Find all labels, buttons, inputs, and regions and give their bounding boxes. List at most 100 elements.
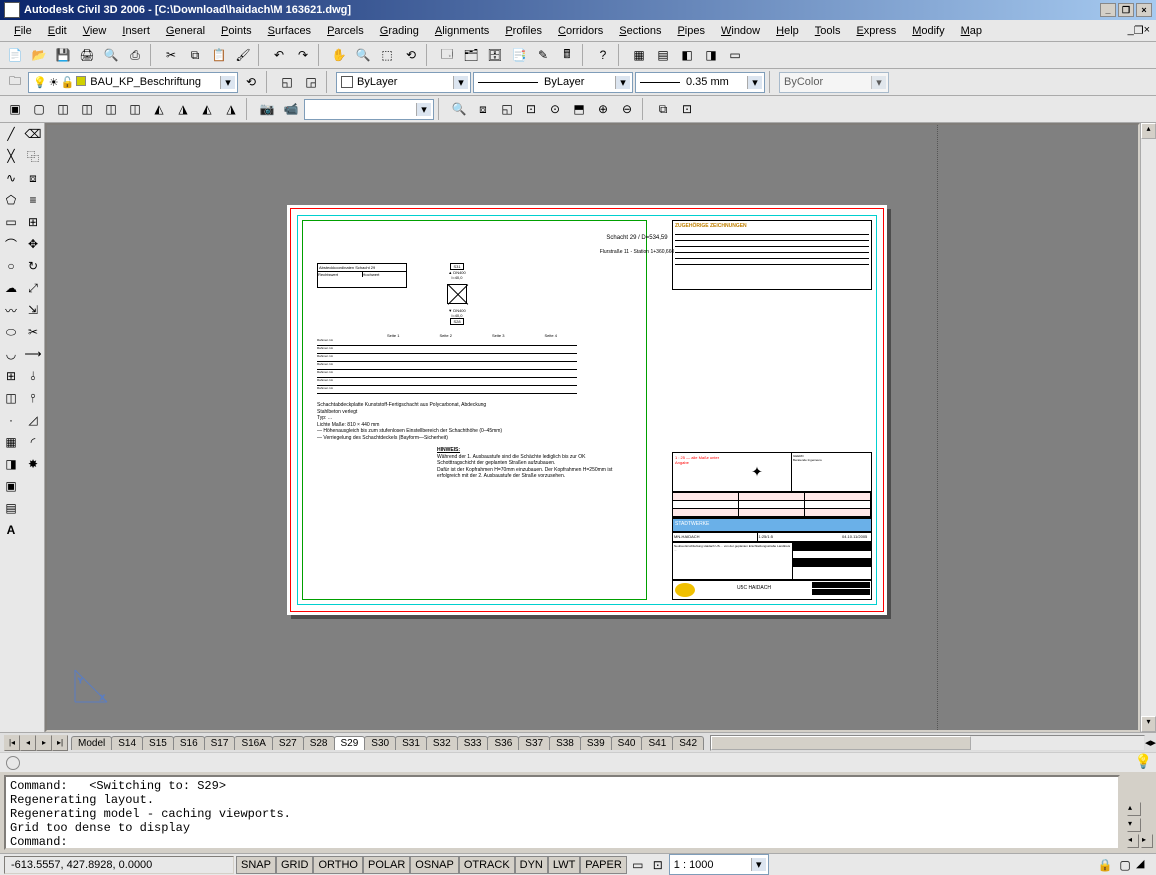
chamfer-button[interactable]: ◿ [22, 409, 44, 431]
zoom-in-button[interactable]: ⊕ [592, 98, 614, 120]
fillet-button[interactable]: ◜ [22, 431, 44, 453]
layout-tab-s16[interactable]: S16 [173, 736, 205, 750]
layout-tab-s38[interactable]: S38 [549, 736, 581, 750]
layout-tab-s42[interactable]: S42 [672, 736, 704, 750]
undo-button[interactable]: ↶ [268, 44, 290, 66]
layout-tab-s33[interactable]: S33 [457, 736, 489, 750]
zoom-center-button[interactable]: ⊙ [544, 98, 566, 120]
layout-tab-s36[interactable]: S36 [487, 736, 519, 750]
open-button[interactable]: 📂 [28, 44, 50, 66]
horizontal-scrollbar[interactable] [710, 735, 1145, 751]
clean-screen-button[interactable]: ▢ [1116, 856, 1134, 874]
copy-obj-button[interactable]: ⿻ [22, 145, 44, 167]
view-front-button[interactable]: ◫ [100, 98, 122, 120]
menu-view[interactable]: View [75, 23, 115, 39]
zoom-realtime-button[interactable]: 🔍 [448, 98, 470, 120]
zoom-scale-button[interactable]: ⊡ [520, 98, 542, 120]
cmd-scroll-down-button[interactable]: ▾ [1127, 818, 1141, 832]
move-button[interactable]: ✥ [22, 233, 44, 255]
maximize-vp-button[interactable]: ⊡ [649, 856, 667, 874]
layout-tab-s40[interactable]: S40 [611, 736, 643, 750]
dc-button[interactable]: 🗂 [460, 44, 482, 66]
menu-alignments[interactable]: Alignments [427, 23, 497, 39]
lightbulb-icon[interactable]: 💡 [1135, 753, 1152, 770]
paste-button[interactable]: 📋 [208, 44, 230, 66]
ellipse-button[interactable]: ⬭ [0, 321, 22, 343]
view-top-button[interactable]: ▣ [4, 98, 26, 120]
view-bottom-button[interactable]: ▢ [28, 98, 50, 120]
menu-surfaces[interactable]: Surfaces [260, 23, 319, 39]
menu-pipes[interactable]: Pipes [669, 23, 713, 39]
publish-button[interactable]: ⎙ [124, 44, 146, 66]
matchprop-button[interactable]: 🖌 [232, 44, 254, 66]
view-se-button[interactable]: ◮ [172, 98, 194, 120]
status-ortho-button[interactable]: ORTHO [313, 856, 363, 874]
stretch-button[interactable]: ⇲ [22, 299, 44, 321]
pan-button[interactable]: ✋ [328, 44, 350, 66]
layout-tab-s15[interactable]: S15 [142, 736, 174, 750]
layout-tab-s37[interactable]: S37 [518, 736, 550, 750]
new-button[interactable]: 📄 [4, 44, 26, 66]
polygon-button[interactable]: ⬠ [0, 189, 22, 211]
menu-window[interactable]: Window [713, 23, 768, 39]
status-osnap-button[interactable]: OSNAP [410, 856, 459, 874]
doc-close-button[interactable]: × [1144, 24, 1150, 37]
linetype-dropdown[interactable]: ByLayer ▾ [473, 72, 633, 93]
menu-points[interactable]: Points [213, 23, 260, 39]
restore-button[interactable]: ❐ [1118, 3, 1134, 17]
drawing-area[interactable]: Schacht 29 / D=534,59 Flurstraße 11 - St… [45, 123, 1140, 732]
zoom-all-button[interactable]: ⧉ [652, 98, 674, 120]
rectangle-button[interactable]: ▭ [0, 211, 22, 233]
layer-iso-button[interactable]: ◲ [300, 71, 322, 93]
annotation-scale-dropdown[interactable]: 1 : 1000 ▾ [669, 854, 769, 875]
point-button[interactable]: · [0, 409, 22, 431]
layout-tab-s14[interactable]: S14 [111, 736, 143, 750]
status-paper-button[interactable]: PAPER [580, 856, 626, 874]
array-button[interactable]: ⊞ [22, 211, 44, 233]
scroll-up-button[interactable]: ▴ [1141, 123, 1156, 139]
civil-btn2[interactable]: ◨ [700, 44, 722, 66]
panorama-button[interactable]: ▤ [652, 44, 674, 66]
layout-tab-s30[interactable]: S30 [364, 736, 396, 750]
lineweight-dropdown[interactable]: 0.35 mm ▾ [635, 72, 765, 93]
spline-button[interactable]: 〰 [0, 299, 22, 321]
civil-btn3[interactable]: ▭ [724, 44, 746, 66]
layout-tab-s41[interactable]: S41 [641, 736, 673, 750]
preview-button[interactable]: 🔍 [100, 44, 122, 66]
status-snap-button[interactable]: SNAP [236, 856, 276, 874]
doc-restore-button[interactable]: ❐ [1134, 24, 1144, 37]
table-button[interactable]: ▤ [0, 497, 22, 519]
minimize-button[interactable]: _ [1100, 3, 1116, 17]
command-window[interactable]: Command: <Switching to: S29> Regeneratin… [4, 775, 1120, 850]
redo-button[interactable]: ↷ [292, 44, 314, 66]
view-sw-button[interactable]: ◭ [148, 98, 170, 120]
help-button[interactable]: ? [592, 44, 614, 66]
zoom-rt-button[interactable]: 🔍 [352, 44, 374, 66]
menu-insert[interactable]: Insert [114, 23, 158, 39]
lock-ui-button[interactable]: 🔒 [1096, 856, 1114, 874]
tab-next-button[interactable]: ▸ [36, 735, 52, 751]
layer-dropdown[interactable]: 💡☀🔓 BAU_KP_Beschriftung ▾ [28, 72, 238, 93]
vertical-scrollbar[interactable]: ▴ ▾ [1140, 123, 1156, 732]
rotate-button[interactable]: ↻ [22, 255, 44, 277]
tab-first-button[interactable]: |◂ [4, 735, 20, 751]
gradient-button[interactable]: ◨ [0, 453, 22, 475]
cmd-scroll-right-button[interactable]: ▸ [1141, 834, 1153, 848]
menu-profiles[interactable]: Profiles [497, 23, 550, 39]
revcloud-button[interactable]: ☁ [0, 277, 22, 299]
layout-tab-model[interactable]: Model [71, 736, 112, 750]
extend-button[interactable]: ⟶ [22, 343, 44, 365]
menu-modify[interactable]: Modify [904, 23, 952, 39]
menu-sections[interactable]: Sections [611, 23, 669, 39]
hscroll-right-button[interactable]: ▸ [1150, 736, 1156, 749]
status-polar-button[interactable]: POLAR [363, 856, 410, 874]
color-dropdown[interactable]: ByLayer ▾ [336, 72, 471, 93]
line-button[interactable]: ╱ [0, 123, 22, 145]
save-button[interactable]: 💾 [52, 44, 74, 66]
tab-prev-button[interactable]: ◂ [20, 735, 36, 751]
block-button[interactable]: ◫ [0, 387, 22, 409]
properties-button[interactable]: 🗔 [436, 44, 458, 66]
close-button[interactable]: × [1136, 3, 1152, 17]
menu-grading[interactable]: Grading [372, 23, 427, 39]
trim-button[interactable]: ✂ [22, 321, 44, 343]
